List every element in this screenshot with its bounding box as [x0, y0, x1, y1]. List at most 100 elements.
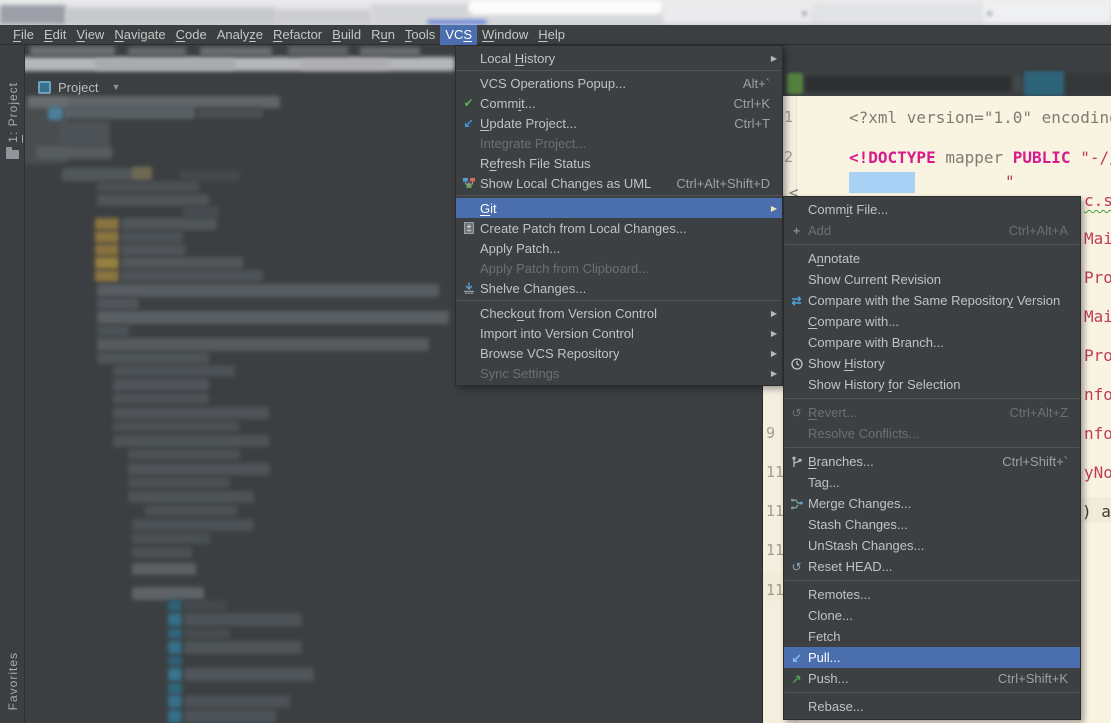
git-menu-item-compare-with-the-same-repository-version[interactable]: ⇄ Compare with the Same Repository Versio…	[784, 290, 1080, 311]
git-menu-item-fetch[interactable]: Fetch	[784, 626, 1080, 647]
no-icon	[460, 326, 477, 341]
vcs-menu-item-update-project[interactable]: ↙ Update Project... Ctrl+T	[456, 113, 782, 133]
menu-item-label: Sync Settings	[480, 365, 560, 381]
menubar-item-run[interactable]: Run	[366, 25, 400, 45]
menubar-item-edit[interactable]: Edit	[39, 25, 71, 45]
menu-item-label: Pull...	[808, 650, 841, 665]
redacted-blur-block	[168, 695, 182, 708]
menu-separator	[785, 244, 1079, 245]
no-icon	[788, 335, 805, 350]
vcs-menu-item-local-history[interactable]: Local History ▶	[456, 48, 782, 68]
git-menu-item-compare-with[interactable]: Compare with...	[784, 311, 1080, 332]
redacted-blur-block	[48, 107, 63, 120]
git-menu-item-remotes[interactable]: Remotes...	[784, 584, 1080, 605]
menubar-item-build[interactable]: Build	[327, 25, 366, 45]
compare-icon: ⇄	[791, 293, 802, 308]
redacted-blur-block	[184, 710, 276, 723]
redacted-blur-block	[18, 96, 68, 164]
vcs-menu-item-shelve-changes[interactable]: Shelve Changes...	[456, 278, 782, 298]
redacted-blur-block	[113, 407, 269, 419]
no-icon	[788, 251, 805, 266]
vcs-menu-item-import-into-version-control[interactable]: Import into Version Control ▶	[456, 323, 782, 343]
redacted-blur-block	[95, 218, 119, 230]
git-menu-item-merge-changes[interactable]: Merge Changes...	[784, 493, 1080, 514]
submenu-arrow-icon: ▶	[770, 53, 777, 63]
menu-item-label: Clone...	[808, 608, 853, 623]
git-menu-item-reset-head[interactable]: ↺ Reset HEAD...	[784, 556, 1080, 577]
no-icon	[788, 608, 805, 623]
git-menu-item-branches[interactable]: Branches... Ctrl+Shift+`	[784, 451, 1080, 472]
menu-item-label: Compare with the Same Repository Version	[808, 293, 1061, 308]
vcs-menu-item-git[interactable]: Git ▶	[456, 198, 782, 218]
menubar-item-tools[interactable]: Tools	[400, 25, 440, 45]
menu-item-shortcut: Ctrl+Shift+`	[1002, 454, 1068, 469]
menu-separator	[785, 580, 1079, 581]
menu-item-label: Reset HEAD...	[808, 559, 893, 574]
menubar-item-window[interactable]: Window	[477, 25, 533, 45]
vcs-menu-item-refresh-file-status[interactable]: Refresh File Status	[456, 153, 782, 173]
vcs-menu-item-browse-vcs-repository[interactable]: Browse VCS Repository ▶	[456, 343, 782, 363]
shelve-icon	[460, 281, 477, 296]
tool-window-button-project[interactable]: 1: Project	[0, 82, 25, 202]
menu-item-shortcut: Alt+`	[742, 75, 770, 91]
menu-separator	[457, 300, 781, 301]
menubar-item-navigate[interactable]: Navigate	[109, 25, 170, 45]
menubar-item-view[interactable]: View	[71, 25, 109, 45]
git-menu-item-clone[interactable]: Clone...	[784, 605, 1080, 626]
redacted-blur-block	[121, 231, 183, 243]
git-menu-item-unstash-changes[interactable]: UnStash Changes...	[784, 535, 1080, 556]
vcs-menu-item-checkout-from-version-control[interactable]: Checkout from Version Control ▶	[456, 303, 782, 323]
menu-item-label: Commit File...	[808, 202, 889, 217]
no-icon	[460, 366, 477, 381]
git-menu-item-add: + Add Ctrl+Alt+A	[784, 220, 1080, 241]
code-fragment: ) ap	[1082, 502, 1111, 521]
submenu-arrow-icon: ▶	[770, 308, 777, 318]
git-menu-item-show-current-revision[interactable]: Show Current Revision	[784, 269, 1080, 290]
git-menu-item-stash-changes[interactable]: Stash Changes...	[784, 514, 1080, 535]
menu-item-label: Apply Patch from Clipboard...	[480, 260, 650, 276]
redacted-blur-block	[113, 379, 209, 391]
git-menu-item-pull[interactable]: ↙ Pull...	[784, 647, 1080, 668]
no-icon	[788, 629, 805, 644]
code-fragment: Prod	[1084, 346, 1111, 365]
vcs-menu-item-vcs-operations-popup[interactable]: VCS Operations Popup... Alt+`	[456, 73, 782, 93]
git-menu-item-annotate[interactable]: Annotate	[784, 248, 1080, 269]
redacted-blur-block	[60, 121, 110, 146]
redacted-blur-block	[184, 695, 290, 708]
redacted-blur-block	[132, 533, 210, 544]
redacted-blur-block	[1014, 75, 1022, 92]
git-menu-item-tag[interactable]: Tag...	[784, 472, 1080, 493]
git-menu-item-compare-with-branch[interactable]: Compare with Branch...	[784, 332, 1080, 353]
menubar-item-analyze[interactable]: Analyze	[212, 25, 268, 45]
vcs-menu-item-commit[interactable]: ✔ Commit... Ctrl+K	[456, 93, 782, 113]
menubar-item-help[interactable]: Help	[533, 25, 570, 45]
menubar-item-vcs[interactable]: VCS	[440, 25, 478, 45]
menubar-item-file[interactable]: File	[8, 25, 39, 45]
redacted-blur-block	[132, 167, 152, 180]
redacted-blur-block	[168, 710, 182, 723]
code-fragment: yNo	[1084, 463, 1111, 482]
editor-tab-bar-redacted[interactable]	[763, 70, 1111, 97]
tool-window-button-favorites[interactable]: Favorites	[0, 652, 25, 723]
git-menu-item-commit-file[interactable]: Commit File...	[784, 199, 1080, 220]
git-menu-item-push[interactable]: ↗ Push... Ctrl+Shift+K	[784, 668, 1080, 689]
redacted-blur-block	[468, 0, 663, 14]
git-menu-item-show-history-for-selection[interactable]: Show History for Selection	[784, 374, 1080, 395]
vcs-menu-item-create-patch-from-local-changes[interactable]: Create Patch from Local Changes...	[456, 218, 782, 238]
menu-separator	[457, 195, 781, 196]
git-menu-item-rebase[interactable]: Rebase...	[784, 696, 1080, 717]
git-menu-item-show-history[interactable]: Show History	[784, 353, 1080, 374]
submenu-arrow-icon: ▶	[770, 368, 777, 378]
git-menu-item-revert: ↺ Revert... Ctrl+Alt+Z	[784, 402, 1080, 423]
no-icon	[460, 346, 477, 361]
menubar-item-code[interactable]: Code	[171, 25, 212, 45]
no-icon	[460, 241, 477, 256]
vcs-menu-item-apply-patch-from-clipboard: Apply Patch from Clipboard...	[456, 258, 782, 278]
no-icon	[460, 136, 477, 151]
redacted-blur-block	[97, 194, 209, 206]
redacted-blur-block	[65, 106, 195, 119]
chevron-down-icon[interactable]: ▼	[111, 82, 120, 92]
menubar-item-refactor[interactable]: Refactor	[268, 25, 327, 45]
vcs-menu-item-apply-patch[interactable]: Apply Patch...	[456, 238, 782, 258]
vcs-menu-item-show-local-changes-as-uml[interactable]: Show Local Changes as UML Ctrl+Alt+Shift+…	[456, 173, 782, 193]
